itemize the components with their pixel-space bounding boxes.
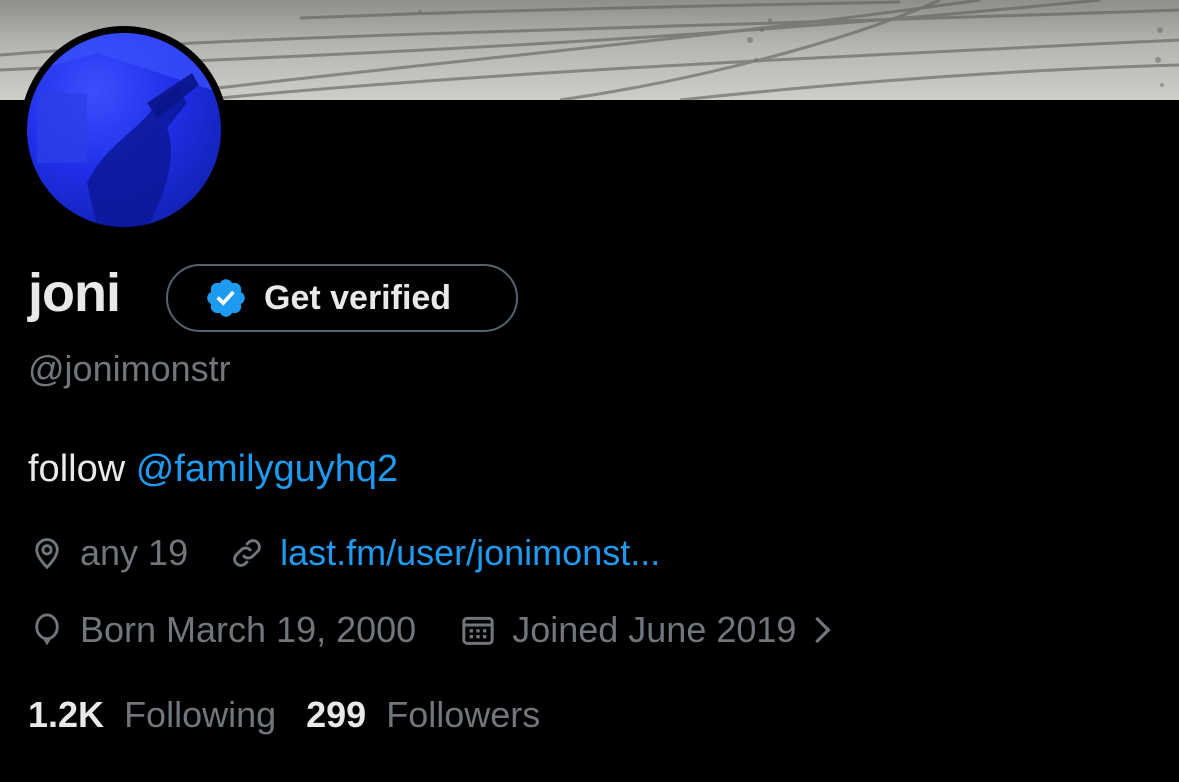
- website-link[interactable]: last.fm/user/jonimonst...: [280, 532, 660, 574]
- following-count: 1.2K: [28, 694, 105, 735]
- follow-stats: 1.2K Following 299 Followers: [28, 694, 540, 736]
- profile-meta-row-2: Born March 19, 2000 Joined June 2019: [28, 609, 836, 651]
- followers-count: 299: [306, 694, 367, 735]
- location-pin-icon: [28, 534, 66, 572]
- avatar[interactable]: [27, 33, 221, 227]
- joined-text: Joined June 2019: [512, 609, 797, 650]
- location-item: any 19: [28, 532, 188, 574]
- get-verified-label: Get verified: [264, 278, 452, 317]
- profile-meta-row-1: any 19 last.fm/user/jonimonst...: [28, 532, 660, 574]
- following-label: Following: [124, 694, 277, 735]
- verified-badge-icon: [204, 276, 248, 320]
- website-item[interactable]: last.fm/user/jonimonst...: [228, 532, 660, 574]
- location-text: any 19: [80, 532, 189, 573]
- profile-bio: follow @familyguyhq2: [28, 448, 398, 491]
- get-verified-button[interactable]: Get verified: [166, 264, 518, 332]
- calendar-icon: [458, 610, 498, 650]
- following-link[interactable]: 1.2K Following: [28, 694, 276, 736]
- link-icon: [228, 534, 266, 572]
- followers-label: Followers: [386, 694, 541, 735]
- chevron-right-icon: [808, 611, 836, 649]
- display-name: joni: [28, 263, 121, 323]
- balloon-icon: [28, 611, 66, 649]
- bio-mention-link[interactable]: @familyguyhq2: [136, 448, 398, 490]
- birthdate-item: Born March 19, 2000: [28, 609, 416, 651]
- bio-text: follow: [28, 448, 126, 490]
- joined-item[interactable]: Joined June 2019: [458, 609, 836, 651]
- birthdate-text: Born March 19, 2000: [80, 609, 417, 650]
- username-handle: @jonimonstr: [28, 348, 231, 389]
- followers-link[interactable]: 299 Followers: [306, 694, 540, 736]
